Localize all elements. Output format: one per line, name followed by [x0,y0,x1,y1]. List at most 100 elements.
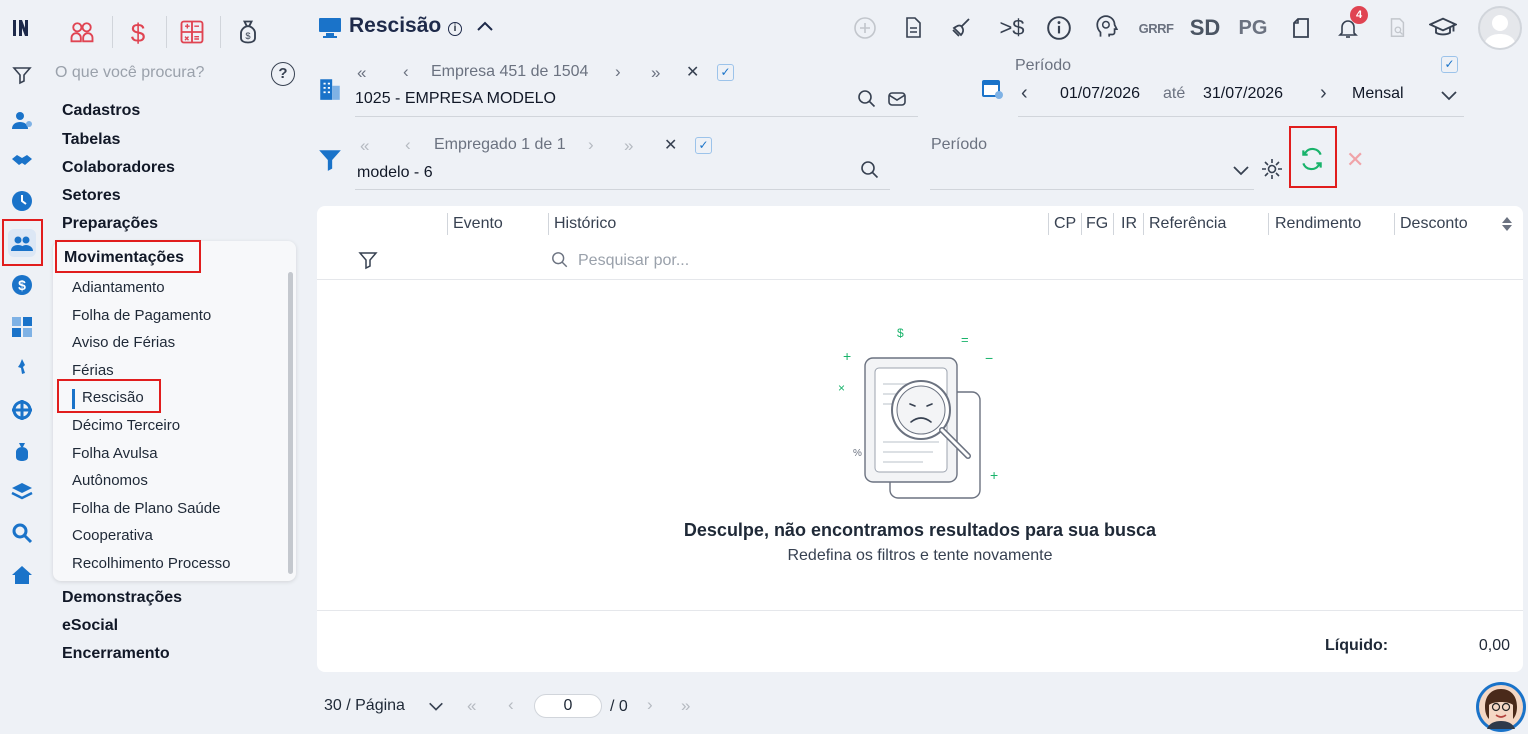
app-logo[interactable] [8,14,36,42]
page-prev-button[interactable]: ‹ [508,695,514,715]
periodo-checkbox[interactable]: ✓ [1441,56,1458,73]
sort-icon[interactable] [1501,215,1513,233]
empregado-clear-icon[interactable]: ✕ [664,135,677,155]
layers-icon[interactable] [8,478,36,506]
empregado-search-icon[interactable] [860,160,880,180]
empregado-last-button[interactable]: » [624,136,633,156]
help-icon[interactable]: ? [271,62,295,86]
empresa-search-icon[interactable] [857,89,877,109]
menu-encerramento[interactable]: Encerramento [62,645,170,663]
col-cp[interactable]: CP [1054,215,1076,233]
dollar-circle-icon[interactable]: $ [8,271,36,299]
pg-button[interactable]: PG [1236,14,1270,42]
empresa-checkbox[interactable]: ✓ [717,64,734,81]
empresa-next-button[interactable]: › [615,62,621,82]
filter-icon[interactable] [8,61,36,89]
submenu-scrollbar[interactable] [288,272,293,574]
add-circle-icon[interactable] [851,14,879,42]
per-page-chevron-icon[interactable] [427,697,445,715]
submenu-ferias[interactable]: Férias [72,362,114,379]
calculator-icon[interactable] [8,313,36,341]
settings-gear-icon[interactable] [1260,157,1284,181]
home-icon[interactable] [8,561,36,589]
user-avatar[interactable] [1478,6,1522,50]
table-search-input[interactable]: Pesquisar por... [578,252,689,270]
menu-colaboradores[interactable]: Colaboradores [62,159,175,177]
submenu-adiantamento[interactable]: Adiantamento [72,279,165,296]
network-icon[interactable] [8,396,36,424]
filter-funnel-icon[interactable] [317,147,343,173]
dollar-module-icon[interactable]: $ [124,18,152,48]
page-next-button[interactable]: › [647,695,653,715]
file-folded-icon[interactable] [1287,14,1315,42]
empregado-first-button[interactable]: « [360,136,369,156]
page-number-input[interactable]: 0 [534,694,602,718]
empresa-first-button[interactable]: « [357,63,366,83]
column-filter-icon[interactable] [358,250,378,270]
pin-icon[interactable] [8,355,36,383]
empresa-clear-icon[interactable]: ✕ [686,62,699,82]
assistant-avatar[interactable] [1476,682,1526,732]
handshake-icon[interactable] [8,146,36,174]
empregado-field[interactable]: modelo - 6 [357,164,433,182]
periodo-next-button[interactable]: › [1320,82,1327,105]
sd-button[interactable]: SD [1188,14,1222,42]
menu-preparacoes[interactable]: Preparações [62,215,158,233]
submenu-decimo-terceiro[interactable]: Décimo Terceiro [72,417,180,434]
search-icon[interactable] [8,519,36,547]
broom-icon[interactable] [947,14,975,42]
calculator-module-icon[interactable] [178,18,206,46]
document-icon[interactable] [899,14,927,42]
document-search-icon[interactable] [1383,14,1411,42]
page-last-button[interactable]: » [681,696,690,716]
empregado-prev-button[interactable]: ‹ [405,135,411,155]
menu-search-input[interactable]: O que você procura? [55,64,204,82]
col-referencia[interactable]: Referência [1149,215,1226,233]
col-desconto[interactable]: Desconto [1400,215,1468,233]
user-settings-icon[interactable] [8,106,36,134]
grrf-button[interactable]: GRRF [1138,14,1174,42]
submenu-recolhimento-processo[interactable]: Recolhimento Processo [72,555,230,572]
periodo2-chevron-down-icon[interactable] [1231,160,1251,180]
graduation-cap-icon[interactable] [1429,14,1457,42]
empresa-mail-icon[interactable] [887,89,907,109]
empregado-checkbox[interactable]: ✓ [695,137,712,154]
per-page-select[interactable]: 30 / Página [324,697,405,715]
periodo-prev-button[interactable]: ‹ [1021,82,1028,105]
menu-tabelas[interactable]: Tabelas [62,131,120,149]
empregado-next-button[interactable]: › [588,135,594,155]
col-historico[interactable]: Histórico [554,215,616,233]
money-bag-module-icon[interactable]: $ [234,18,262,46]
money-bag-icon[interactable] [8,438,36,466]
empresa-field[interactable]: 1025 - EMPRESA MODELO [355,90,556,108]
col-ir[interactable]: IR [1121,215,1137,233]
col-rendimento[interactable]: Rendimento [1275,215,1361,233]
submenu-folha-pagamento[interactable]: Folha de Pagamento [72,307,211,324]
page-first-button[interactable]: « [467,696,476,716]
submenu-aviso-ferias[interactable]: Aviso de Férias [72,334,175,351]
empresa-prev-button[interactable]: ‹ [403,62,409,82]
people-module-icon[interactable] [68,18,96,46]
periodo-end-field[interactable]: 31/07/2026 [1203,85,1283,103]
col-evento[interactable]: Evento [453,215,503,233]
head-mind-icon[interactable] [1093,14,1121,42]
periodo-start-field[interactable]: 01/07/2026 [1060,85,1140,103]
menu-setores[interactable]: Setores [62,187,121,205]
chevron-up-icon[interactable] [475,17,495,37]
periodo-mode-select[interactable]: Mensal [1352,85,1404,103]
empresa-last-button[interactable]: » [651,63,660,83]
submenu-folha-avulsa[interactable]: Folha Avulsa [72,445,158,462]
col-fg[interactable]: FG [1086,215,1108,233]
submenu-cooperativa[interactable]: Cooperativa [72,527,153,544]
chevron-down-icon[interactable] [1439,85,1459,105]
submenu-folha-plano-saude[interactable]: Folha de Plano Saúde [72,500,220,517]
menu-esocial[interactable]: eSocial [62,617,118,635]
clock-icon[interactable] [8,187,36,215]
currency-transfer-icon[interactable]: >$ [994,14,1030,42]
menu-demonstracoes[interactable]: Demonstrações [62,589,182,607]
submenu-autonomos[interactable]: Autônomos [72,472,148,489]
cancel-icon[interactable]: ✕ [1346,147,1364,173]
info-circle-icon[interactable] [1045,14,1073,42]
menu-cadastros[interactable]: Cadastros [62,102,140,120]
info-icon[interactable]: i [448,22,462,36]
